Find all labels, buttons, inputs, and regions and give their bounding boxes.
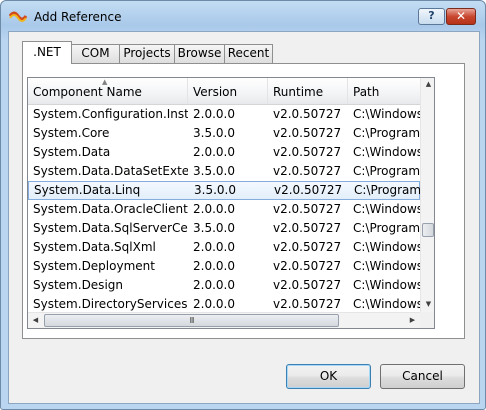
cell-path: C:\Windows\ — [353, 278, 420, 292]
cell-version: 3.5.0.0 — [193, 164, 235, 178]
cell-component-name: System.Data — [33, 145, 111, 159]
column-header-runtime[interactable]: Runtime — [268, 78, 348, 104]
cell-version: 3.5.0.0 — [193, 221, 235, 235]
cell-version: 2.0.0.0 — [193, 202, 235, 216]
cell-component-name: System.Data.SqlServerCe — [33, 221, 188, 235]
add-reference-dialog: Add Reference ? ✕ .NET COM Projects Brow… — [0, 0, 486, 410]
cell-component-name: System.Data.DataSetExtens... — [33, 164, 188, 178]
table-row[interactable]: System.Data.Linq 3.5.0.0 v2.0.50727 C:\Prog… — [28, 181, 421, 200]
cell-version: 2.0.0.0 — [193, 107, 235, 121]
cell-component-name: System.Data.OracleClient — [33, 202, 188, 216]
visual-studio-icon — [9, 11, 27, 22]
cell-component-name: System.Configuration.Install — [33, 107, 188, 121]
cell-runtime: v2.0.50727 — [273, 145, 342, 159]
scroll-right-icon[interactable]: ▶ — [405, 316, 420, 324]
column-header-component-name[interactable]: ▲ Component Name — [28, 78, 188, 104]
dialog-client-area: .NET COM Projects Browse Recent ▲ Compon… — [8, 31, 480, 404]
cell-runtime: v2.0.50727 — [273, 221, 342, 235]
horizontal-scroll-thumb[interactable]: III — [44, 314, 339, 327]
scroll-down-icon[interactable]: ▼ — [421, 300, 434, 308]
cell-version: 2.0.0.0 — [193, 259, 235, 273]
cell-path: C:\Program — [353, 126, 420, 140]
scrollbar-corner — [420, 312, 434, 328]
table-row[interactable]: System.Core 3.5.0.0 v2.0.50727 C:\Program — [28, 124, 420, 143]
tab-recent[interactable]: Recent — [224, 44, 273, 63]
column-header-version[interactable]: Version — [188, 78, 268, 104]
cell-path: C:\Windows\ — [353, 145, 420, 159]
table-row[interactable]: System.Deployment 2.0.0.0 v2.0.50727 C:\Win… — [28, 257, 420, 276]
cell-version: 3.5.0.0 — [194, 183, 236, 197]
horizontal-scrollbar[interactable]: ◀ III ▶ — [28, 312, 420, 328]
ok-button[interactable]: OK — [286, 364, 371, 389]
cell-component-name: System.Core — [33, 126, 110, 140]
window-title: Add Reference — [34, 10, 122, 24]
cell-path: C:\Program — [354, 183, 421, 197]
cell-runtime: v2.0.50727 — [273, 126, 342, 140]
cell-runtime: v2.0.50727 — [274, 183, 343, 197]
cell-runtime: v2.0.50727 — [273, 278, 342, 292]
close-button[interactable]: ✕ — [446, 8, 476, 25]
vertical-scroll-thumb[interactable] — [422, 223, 434, 237]
cell-runtime: v2.0.50727 — [273, 164, 342, 178]
cell-version: 2.0.0.0 — [193, 278, 235, 292]
cell-component-name: System.Deployment — [33, 259, 155, 273]
component-list[interactable]: ▲ Component Name Version Runtime Path Sy… — [27, 77, 435, 329]
tab-com[interactable]: COM — [71, 44, 120, 63]
cell-path: C:\Program — [353, 221, 420, 235]
column-header-label: Component Name — [33, 85, 142, 99]
cell-version: 2.0.0.0 — [193, 240, 235, 254]
cell-path: C:\Windows\ — [353, 259, 420, 273]
column-header-path[interactable]: Path — [348, 78, 420, 104]
tab-browse[interactable]: Browse — [174, 44, 225, 63]
table-row[interactable]: System.Data.SqlServerCe 3.5.0.0 v2.0.50727… — [28, 219, 420, 238]
cell-runtime: v2.0.50727 — [273, 107, 342, 121]
tab-net[interactable]: .NET — [22, 41, 72, 64]
cell-runtime: v2.0.50727 — [273, 240, 342, 254]
cell-version: 2.0.0.0 — [193, 145, 235, 159]
cell-path: C:\Windows\ — [353, 240, 420, 254]
table-row[interactable]: System.Configuration.Install 2.0.0.0 v2.0.… — [28, 105, 420, 124]
table-row[interactable]: System.Data.SqlXml 2.0.0.0 v2.0.50727 C:\Wi… — [28, 238, 420, 257]
table-row[interactable]: System.Data.DataSetExtens... 3.5.0.0 v2.0.… — [28, 162, 420, 181]
table-row[interactable]: System.Data.OracleClient 2.0.0.0 v2.0.5072… — [28, 200, 420, 219]
cancel-button[interactable]: Cancel — [380, 364, 465, 389]
cell-path: C:\Program — [353, 164, 420, 178]
cell-component-name: System.Data.Linq — [34, 183, 141, 197]
table-row[interactable]: System.Data 2.0.0.0 v2.0.50727 C:\Windows\ — [28, 143, 420, 162]
cell-component-name: System.Design — [33, 278, 123, 292]
tab-projects[interactable]: Projects — [119, 44, 175, 63]
list-header: ▲ Component Name Version Runtime Path — [28, 78, 420, 105]
scroll-left-icon[interactable]: ◀ — [28, 316, 43, 324]
cell-path: C:\Windows\ — [353, 202, 420, 216]
scroll-up-icon[interactable]: ▲ — [421, 80, 434, 88]
cell-runtime: v2.0.50727 — [273, 259, 342, 273]
title-bar[interactable]: Add Reference ? ✕ — [1, 1, 485, 31]
vertical-scrollbar[interactable]: ▲ ▼ — [420, 78, 434, 312]
table-row[interactable]: System.Design 2.0.0.0 v2.0.50727 C:\Windows… — [28, 276, 420, 295]
help-button[interactable]: ? — [418, 8, 445, 25]
cell-version: 3.5.0.0 — [193, 126, 235, 140]
sort-ascending-icon: ▲ — [102, 78, 108, 86]
cell-component-name: System.Data.SqlXml — [33, 240, 156, 254]
cell-path: C:\Windows\ — [353, 107, 420, 121]
cell-runtime: v2.0.50727 — [273, 202, 342, 216]
